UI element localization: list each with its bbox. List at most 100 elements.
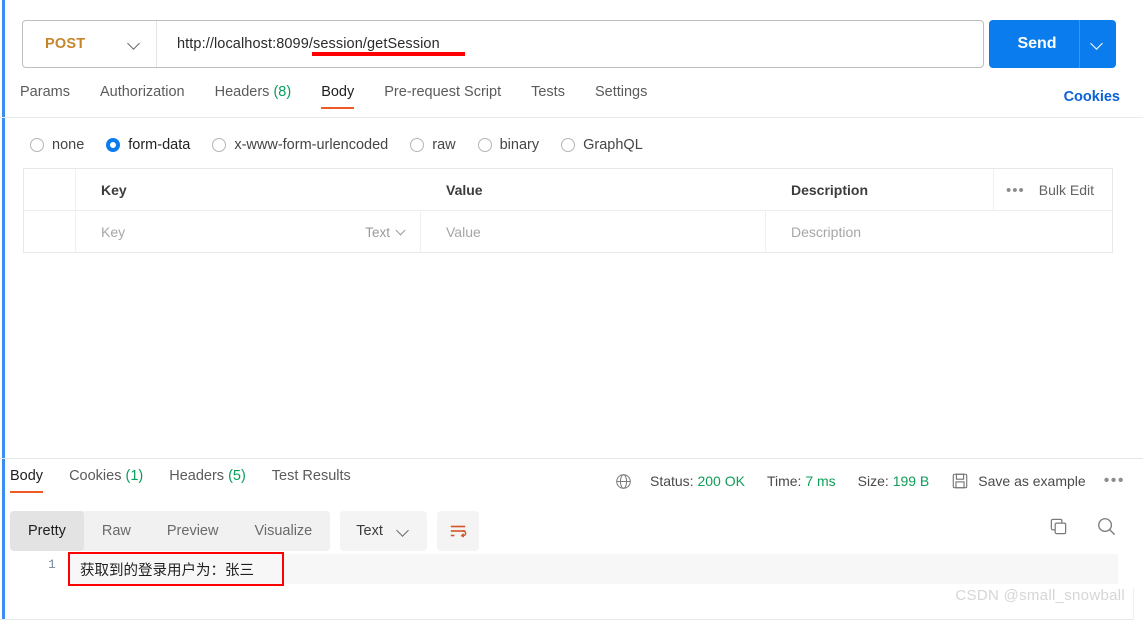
table-row: Key Text Value Description xyxy=(24,211,1112,253)
tab-pre-request-script[interactable]: Pre-request Script xyxy=(384,84,501,109)
row-value-cell[interactable]: Value xyxy=(421,211,766,253)
url-annotation-underline xyxy=(312,52,465,56)
globe-icon[interactable] xyxy=(615,473,632,490)
request-tabs: Params Authorization Headers (8) Body Pr… xyxy=(20,84,1120,117)
tab-authorization-label: Authorization xyxy=(99,84,185,100)
response-format-selector[interactable]: Text xyxy=(340,511,427,551)
word-wrap-icon[interactable] xyxy=(436,511,479,551)
time-value: 7 ms xyxy=(805,473,836,489)
radio-circle-icon xyxy=(212,138,227,152)
watermark: CSDN @small_snowball xyxy=(955,587,1125,604)
response-tab-body[interactable]: Body xyxy=(10,468,44,493)
size-badge: Size: 199 B xyxy=(858,473,930,489)
chevron-down-icon xyxy=(1091,37,1105,51)
row-checkbox-cell[interactable] xyxy=(24,211,76,253)
left-accent-rail xyxy=(2,0,5,620)
send-button-label: Send xyxy=(1017,35,1057,52)
view-pretty[interactable]: Pretty xyxy=(10,511,84,551)
time-badge: Time: 7 ms xyxy=(767,473,836,489)
response-tab-headers[interactable]: Headers (5) xyxy=(169,468,246,493)
tab-params[interactable]: Params xyxy=(20,84,70,109)
row-description-cell[interactable]: Description xyxy=(766,211,1112,253)
radio-x-www-form-urlencoded-label: x-www-form-urlencoded xyxy=(234,137,389,153)
response-tab-test-results[interactable]: Test Results xyxy=(272,468,351,493)
tab-headers-label: Headers xyxy=(214,84,270,100)
http-method-selector[interactable]: POST xyxy=(23,21,157,67)
view-raw[interactable]: Raw xyxy=(84,511,149,551)
view-visualize[interactable]: Visualize xyxy=(236,511,330,551)
view-preview[interactable]: Preview xyxy=(149,511,237,551)
response-toolbar: Pretty Raw Preview Visualize Text xyxy=(10,511,479,551)
response-body-text: 获取到的登录用户为：张三 xyxy=(80,562,254,579)
chevron-down-icon xyxy=(396,225,410,239)
tab-settings[interactable]: Settings xyxy=(595,84,647,109)
radio-binary-label: binary xyxy=(499,137,540,153)
save-as-example-button[interactable]: Save as example xyxy=(978,473,1085,489)
radio-graphql-label: GraphQL xyxy=(583,137,643,153)
radio-form-data[interactable]: form-data xyxy=(106,137,190,153)
copy-icon[interactable] xyxy=(1049,517,1068,536)
radio-circle-icon xyxy=(477,138,492,152)
response-tab-cookies[interactable]: Cookies (1) xyxy=(69,468,143,493)
status-label: Status: xyxy=(649,473,694,489)
radio-raw[interactable]: raw xyxy=(410,137,456,153)
floppy-disk-icon[interactable] xyxy=(951,472,969,490)
scrollbar-corner[interactable] xyxy=(1133,588,1143,620)
response-tab-test-results-label: Test Results xyxy=(271,468,351,484)
tab-body[interactable]: Body xyxy=(321,84,355,109)
tab-settings-label: Settings xyxy=(594,84,648,100)
response-tab-headers-count: (5) xyxy=(228,468,246,484)
tab-tests[interactable]: Tests xyxy=(531,84,565,109)
row-value-placeholder: Value xyxy=(446,224,481,240)
row-key-cell[interactable]: Key Text xyxy=(76,211,421,253)
url-bar: POST http://localhost:8099/session/getSe… xyxy=(22,20,984,68)
radio-none[interactable]: none xyxy=(30,137,84,153)
radio-none-label: none xyxy=(52,137,85,153)
response-right-icons xyxy=(1021,516,1117,537)
radio-circle-icon xyxy=(410,138,425,152)
chevron-down-icon xyxy=(128,37,142,51)
response-divider xyxy=(0,458,1143,459)
response-body-line[interactable]: 获取到的登录用户为：张三 xyxy=(68,554,1118,584)
row-key-placeholder: Key xyxy=(101,224,126,240)
tab-body-label: Body xyxy=(321,84,355,100)
radio-circle-icon xyxy=(30,138,44,152)
body-type-radio-group: none form-data x-www-form-urlencoded raw… xyxy=(30,133,665,157)
send-button[interactable]: Send xyxy=(989,20,1116,68)
response-meta: Status: 200 OK Time: 7 ms Size: 199 B Sa… xyxy=(615,470,1125,492)
bulk-edit-area: ••• Bulk Edit xyxy=(992,169,1112,211)
bulk-edit-button[interactable]: Bulk Edit xyxy=(1039,182,1094,198)
size-label: Size: xyxy=(857,473,889,489)
response-options-icon[interactable]: ••• xyxy=(1104,472,1125,490)
response-tab-headers-label: Headers xyxy=(169,468,225,484)
send-options-button[interactable] xyxy=(1080,37,1116,51)
tab-authorization[interactable]: Authorization xyxy=(100,84,185,109)
view-pretty-label: Pretty xyxy=(28,523,66,539)
status-badge: Status: 200 OK xyxy=(650,473,745,489)
size-value: 199 B xyxy=(892,473,930,489)
table-options-icon[interactable]: ••• xyxy=(1006,182,1025,199)
radio-x-www-form-urlencoded[interactable]: x-www-form-urlencoded xyxy=(212,137,388,153)
header-description-label: Description xyxy=(791,181,869,198)
tab-pre-request-script-label: Pre-request Script xyxy=(384,84,502,100)
search-icon[interactable] xyxy=(1096,516,1117,537)
url-input[interactable]: http://localhost:8099/session/getSession xyxy=(157,21,983,67)
line-number: 1 xyxy=(48,557,56,572)
row-type-selector[interactable]: Text xyxy=(365,225,410,240)
view-raw-label: Raw xyxy=(101,523,131,539)
cookies-link[interactable]: Cookies xyxy=(1064,89,1120,105)
tab-headers[interactable]: Headers (8) xyxy=(215,84,292,109)
header-value-label: Value xyxy=(446,181,483,198)
radio-graphql[interactable]: GraphQL xyxy=(561,137,643,153)
radio-form-data-label: form-data xyxy=(128,137,191,153)
table-header-row: Key Value Description ••• Bulk Edit xyxy=(24,169,1112,211)
tab-params-label: Params xyxy=(20,84,70,100)
response-format-label: Text xyxy=(356,523,383,539)
response-tabs: Body Cookies (1) Headers (5) Test Result… xyxy=(10,468,377,493)
http-method-label: POST xyxy=(45,36,86,52)
view-visualize-label: Visualize xyxy=(254,523,313,539)
time-label: Time: xyxy=(766,473,802,489)
radio-binary[interactable]: binary xyxy=(477,137,540,153)
response-tab-cookies-label: Cookies xyxy=(69,468,122,484)
row-description-placeholder: Description xyxy=(791,224,862,240)
